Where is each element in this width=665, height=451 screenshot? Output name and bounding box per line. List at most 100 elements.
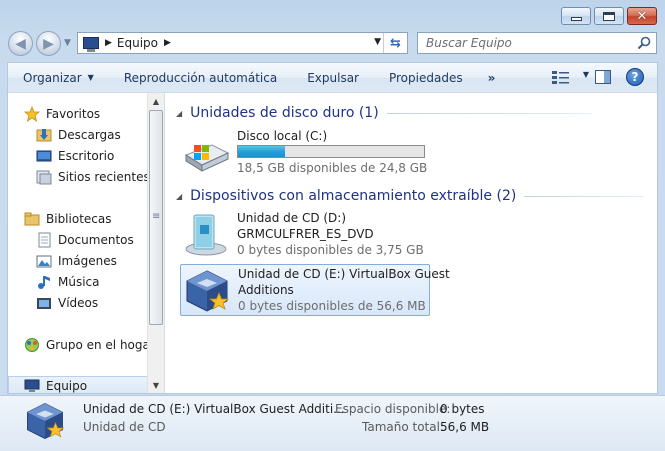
music-icon bbox=[38, 276, 50, 289]
close-button[interactable]: ✕ bbox=[627, 7, 657, 25]
details-total-label: Tamaño total: bbox=[362, 420, 444, 434]
view-options-dropdown[interactable]: ▼ bbox=[583, 70, 589, 79]
virtualbox-cd-icon bbox=[186, 270, 230, 312]
nav-item-documents[interactable]: Documentos bbox=[36, 230, 134, 250]
recent-places-icon bbox=[36, 170, 52, 185]
collapse-icon[interactable]: ◢ bbox=[176, 192, 182, 201]
group-title: Dispositivos con almacenamiento extraíbl… bbox=[190, 188, 517, 204]
nav-label: Vídeos bbox=[58, 296, 99, 310]
more-commands-button[interactable]: » bbox=[478, 63, 506, 93]
drive-usage-fill bbox=[238, 146, 285, 157]
nav-label: Bibliotecas bbox=[46, 212, 112, 226]
nav-label: Imágenes bbox=[58, 254, 117, 268]
hard-drive-icon bbox=[184, 144, 230, 172]
dvd-drive-icon bbox=[185, 214, 227, 256]
nav-item-recent[interactable]: Sitios recientes bbox=[36, 167, 150, 187]
search-icon[interactable] bbox=[637, 36, 651, 50]
eject-button[interactable]: Expulsar bbox=[292, 63, 374, 93]
close-icon: ✕ bbox=[636, 8, 648, 24]
content-pane: ◢ Unidades de disco duro (1) Disco local… bbox=[166, 93, 657, 393]
computer-icon bbox=[24, 379, 40, 392]
drive-tile-c[interactable]: Disco local (C:) 18,5 GB disponibles de … bbox=[180, 127, 430, 179]
drive-name: Unidad de CD (E:) VirtualBox Guest bbox=[238, 267, 450, 281]
details-free-label: Espacio disponible: bbox=[335, 402, 451, 416]
nav-scrollbar[interactable]: ▲ ▼ bbox=[147, 93, 164, 393]
main-area: Favoritos Descargas Escritorio Sitios re… bbox=[7, 92, 658, 394]
properties-label: Propiedades bbox=[388, 70, 463, 85]
nav-item-favorites[interactable]: Favoritos bbox=[24, 104, 100, 124]
downloads-folder-icon bbox=[36, 129, 52, 142]
group-header-hard-disks[interactable]: ◢ Unidades de disco duro (1) bbox=[166, 103, 592, 123]
maximize-icon bbox=[603, 11, 615, 21]
drive-name: Unidad de CD (D:) bbox=[237, 211, 347, 225]
videos-icon bbox=[37, 298, 51, 309]
preview-pane-icon[interactable] bbox=[595, 70, 611, 84]
details-pane: Unidad de CD (E:) VirtualBox Guest Addit… bbox=[0, 395, 665, 451]
forward-arrow-icon: ▶ bbox=[43, 35, 54, 52]
drive-volume-label: GRMCULFRER_ES_DVD bbox=[237, 227, 374, 241]
drive-tile-e[interactable]: Unidad de CD (E:) VirtualBox Guest Addit… bbox=[180, 264, 450, 316]
minimize-button[interactable] bbox=[561, 7, 591, 25]
nav-label: Descargas bbox=[58, 128, 121, 142]
maximize-button[interactable] bbox=[594, 7, 624, 25]
refresh-icon: ⇆ bbox=[390, 35, 401, 51]
details-item-type: Unidad de CD bbox=[83, 420, 166, 434]
scrollbar-thumb[interactable] bbox=[149, 110, 163, 325]
collapse-icon[interactable]: ◢ bbox=[176, 109, 182, 118]
scroll-up-icon[interactable]: ▲ bbox=[148, 93, 164, 109]
back-arrow-icon: ◀ bbox=[15, 35, 26, 52]
organize-button[interactable]: Organizar ▼ bbox=[8, 63, 109, 93]
nav-item-desktop[interactable]: Escritorio bbox=[36, 146, 114, 166]
nav-label: Grupo en el hogar bbox=[46, 338, 155, 352]
scroll-down-icon[interactable]: ▼ bbox=[148, 377, 164, 393]
nav-item-libraries[interactable]: Bibliotecas bbox=[24, 209, 111, 229]
nav-label: Sitios recientes bbox=[58, 170, 150, 184]
search-box[interactable] bbox=[417, 32, 657, 54]
nav-label: Favoritos bbox=[46, 107, 101, 121]
drive-free-space: 0 bytes disponibles de 3,75 GB bbox=[237, 243, 424, 257]
group-header-removable[interactable]: ◢ Dispositivos con almacenamiento extraí… bbox=[166, 186, 645, 206]
autoplay-label: Reproducción automática bbox=[123, 70, 278, 85]
change-view-icon[interactable] bbox=[552, 71, 570, 85]
documents-icon bbox=[38, 232, 51, 248]
back-button[interactable]: ◀ bbox=[8, 31, 33, 56]
star-icon bbox=[24, 106, 40, 122]
group-title: Unidades de disco duro (1) bbox=[190, 105, 379, 121]
group-divider bbox=[386, 112, 592, 114]
nav-item-music[interactable]: Música bbox=[36, 272, 100, 292]
help-icon[interactable]: ? bbox=[626, 68, 644, 86]
forward-button[interactable]: ▶ bbox=[36, 31, 61, 56]
homegroup-icon bbox=[25, 338, 39, 352]
explorer-window: ✕ ◀ ▶ ▼ ▶ Equipo ▶ ▼ ⇆ Organizar ▼ Reprod… bbox=[0, 0, 665, 451]
pane-splitter[interactable] bbox=[164, 93, 165, 393]
nav-item-homegroup[interactable]: Grupo en el hogar bbox=[24, 335, 155, 355]
autoplay-button[interactable]: Reproducción automática bbox=[109, 63, 292, 93]
pictures-icon bbox=[36, 255, 52, 268]
address-history-dropdown[interactable]: ▼ bbox=[374, 37, 381, 47]
nav-label: Música bbox=[58, 275, 100, 289]
minimize-icon bbox=[570, 16, 582, 21]
details-total-value: 56,6 MB bbox=[440, 420, 490, 434]
command-bar: Organizar ▼ Reproducción automática Expul… bbox=[7, 62, 658, 92]
drive-free-space: 18,5 GB disponibles de 24,8 GB bbox=[237, 161, 428, 175]
drive-usage-bar bbox=[237, 145, 425, 158]
breadcrumb-separator-icon[interactable]: ▶ bbox=[164, 38, 171, 48]
breadcrumb-separator-icon[interactable]: ▶ bbox=[105, 38, 112, 48]
refresh-button[interactable]: ⇆ bbox=[383, 33, 407, 53]
recent-pages-dropdown[interactable]: ▼ bbox=[64, 38, 71, 48]
properties-button[interactable]: Propiedades bbox=[374, 63, 478, 93]
nav-item-pictures[interactable]: Imágenes bbox=[36, 251, 117, 271]
details-item-name: Unidad de CD (E:) VirtualBox Guest Addit… bbox=[83, 402, 345, 416]
address-bar[interactable]: ▶ Equipo ▶ ▼ ⇆ bbox=[77, 32, 408, 54]
nav-item-downloads[interactable]: Descargas bbox=[36, 125, 121, 145]
chevron-down-icon: ▼ bbox=[87, 73, 94, 82]
nav-item-videos[interactable]: Vídeos bbox=[36, 293, 98, 313]
details-free-value: 0 bytes bbox=[440, 402, 485, 416]
breadcrumb-equipo[interactable]: Equipo bbox=[117, 36, 158, 50]
navigation-pane: Favoritos Descargas Escritorio Sitios re… bbox=[8, 93, 165, 393]
desktop-icon bbox=[36, 150, 52, 162]
nav-item-computer[interactable]: Equipo bbox=[8, 376, 148, 393]
search-input[interactable] bbox=[426, 36, 626, 50]
virtualbox-cd-icon bbox=[27, 403, 65, 439]
drive-tile-d[interactable]: Unidad de CD (D:) GRMCULFRER_ES_DVD 0 by… bbox=[180, 209, 430, 261]
